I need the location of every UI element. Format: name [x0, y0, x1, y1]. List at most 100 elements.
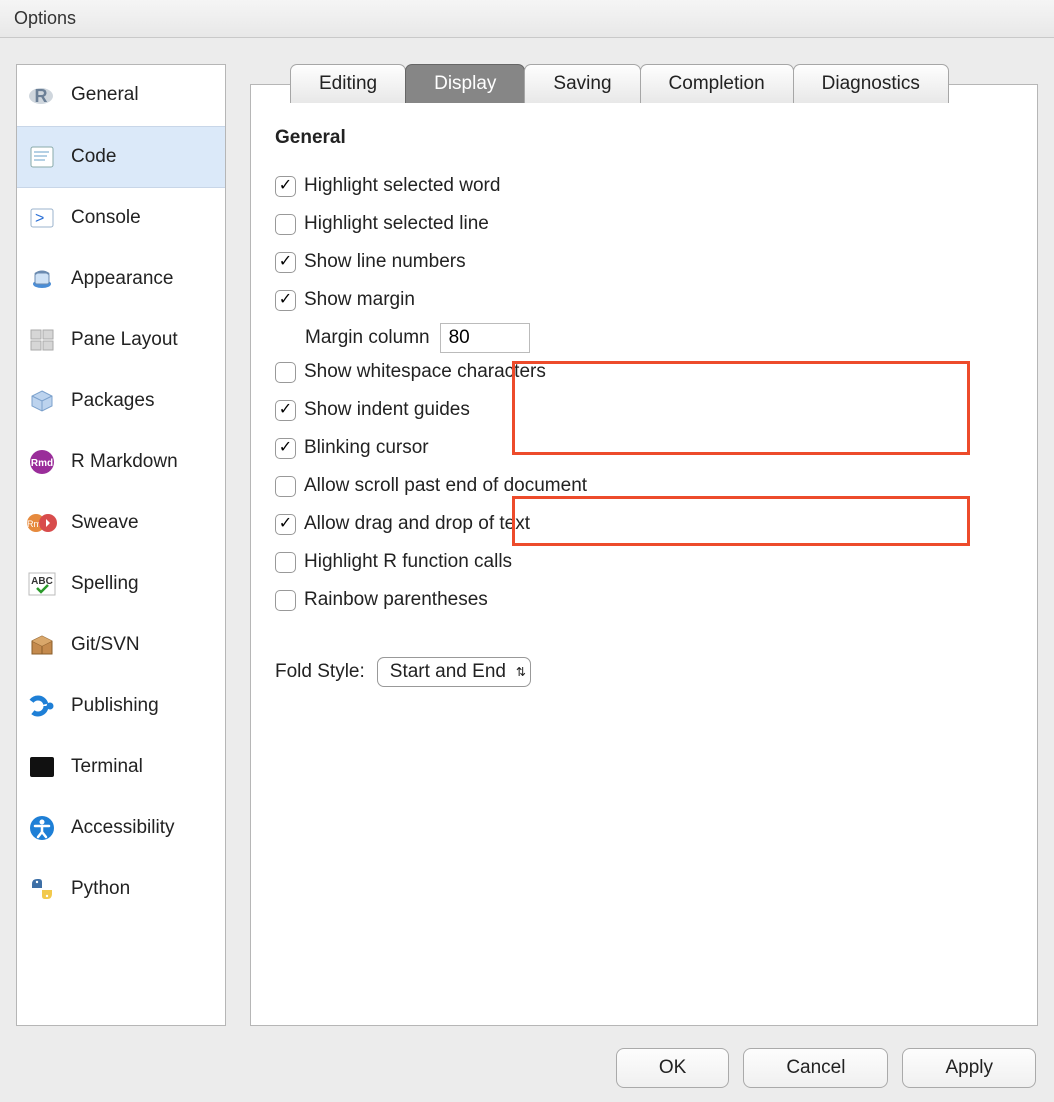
tab-completion[interactable]: Completion [640, 64, 794, 103]
button-label: Cancel [786, 1057, 845, 1078]
box-icon [27, 631, 57, 659]
margin-column-row: Margin column [275, 323, 1013, 353]
fold-style-row: Fold Style: Start and End [275, 657, 1013, 687]
option-label: Highlight selected word [304, 175, 500, 197]
sidebar-item-console[interactable]: > Console [17, 188, 225, 249]
package-cube-icon [27, 387, 57, 415]
window-title: Options [14, 8, 76, 29]
window-titlebar: Options [0, 0, 1054, 38]
checkbox-drag-drop[interactable] [275, 514, 296, 535]
option-label: Show line numbers [304, 251, 466, 273]
python-icon [27, 875, 57, 903]
spelling-icon: ABC [27, 570, 57, 598]
margin-column-input[interactable] [440, 323, 530, 353]
tab-label: Display [434, 73, 496, 94]
sidebar-item-packages[interactable]: Packages [17, 371, 225, 432]
sidebar-item-publishing[interactable]: Publishing [17, 676, 225, 737]
option-highlight-line[interactable]: Highlight selected line [275, 205, 1013, 243]
svg-text:Rmd: Rmd [31, 458, 53, 469]
sidebar-item-label: General [71, 84, 139, 106]
sidebar-item-spelling[interactable]: ABC Spelling [17, 554, 225, 615]
option-label: Highlight R function calls [304, 551, 512, 573]
tab-label: Diagnostics [822, 73, 920, 94]
console-icon: > [27, 204, 57, 232]
sidebar-item-code[interactable]: Code [17, 126, 225, 188]
option-label: Rainbow parentheses [304, 589, 488, 611]
option-highlight-word[interactable]: Highlight selected word [275, 167, 1013, 205]
sidebar-item-git-svn[interactable]: Git/SVN [17, 615, 225, 676]
sidebar-item-pane-layout[interactable]: Pane Layout [17, 310, 225, 371]
paint-bucket-icon [27, 265, 57, 293]
sidebar-item-label: Publishing [71, 695, 159, 717]
checkbox-highlight-r-funcs[interactable] [275, 552, 296, 573]
sidebar-item-label: Appearance [71, 268, 173, 290]
section-heading-general: General [275, 127, 1013, 149]
sidebar-item-accessibility[interactable]: Accessibility [17, 798, 225, 859]
sidebar-item-sweave[interactable]: Rnw Sweave [17, 493, 225, 554]
sidebar-item-label: Git/SVN [71, 634, 140, 656]
fold-style-label: Fold Style: [275, 661, 365, 683]
ok-button[interactable]: OK [616, 1048, 729, 1088]
sidebar-item-label: Console [71, 207, 141, 229]
apply-button[interactable]: Apply [902, 1048, 1036, 1088]
publish-icon [27, 692, 57, 720]
checkbox-rainbow-parens[interactable] [275, 590, 296, 611]
fold-style-value: Start and End [390, 661, 506, 683]
tab-label: Saving [553, 73, 611, 94]
checkbox-scroll-past-end[interactable] [275, 476, 296, 497]
code-doc-icon [27, 143, 57, 171]
checkbox-show-margin[interactable] [275, 290, 296, 311]
option-highlight-r-funcs[interactable]: Highlight R function calls [275, 543, 1013, 581]
sidebar-item-label: Packages [71, 390, 154, 412]
sidebar-item-rmarkdown[interactable]: Rmd R Markdown [17, 432, 225, 493]
option-label: Allow drag and drop of text [304, 513, 530, 535]
sidebar-item-label: Terminal [71, 756, 143, 778]
annotation-highlight-margin [512, 361, 970, 455]
svg-text:>: > [35, 210, 44, 227]
options-panel: General Highlight selected word Highligh… [250, 84, 1038, 1026]
sidebar-item-general[interactable]: R General [17, 65, 225, 126]
tab-saving[interactable]: Saving [524, 64, 640, 103]
accessibility-icon [27, 814, 57, 842]
dialog-buttons: OK Cancel Apply [616, 1048, 1036, 1088]
tab-label: Editing [319, 73, 377, 94]
sidebar-item-label: Spelling [71, 573, 139, 595]
fold-style-select[interactable]: Start and End [377, 657, 531, 687]
tab-diagnostics[interactable]: Diagnostics [793, 64, 949, 103]
tab-label: Completion [669, 73, 765, 94]
button-label: Apply [945, 1057, 993, 1078]
checkbox-whitespace[interactable] [275, 362, 296, 383]
checkbox-blinking-cursor[interactable] [275, 438, 296, 459]
tab-editing[interactable]: Editing [290, 64, 406, 103]
checkbox-highlight-word[interactable] [275, 176, 296, 197]
option-label: Allow scroll past end of document [304, 475, 587, 497]
sidebar-item-label: Accessibility [71, 817, 174, 839]
option-show-margin[interactable]: Show margin [275, 281, 1013, 319]
option-line-numbers[interactable]: Show line numbers [275, 243, 1013, 281]
sidebar-item-python[interactable]: Python [17, 859, 225, 920]
sweave-icon: Rnw [27, 509, 57, 537]
annotation-highlight-indent-guides [512, 496, 970, 546]
option-label: Show indent guides [304, 399, 470, 421]
margin-column-label: Margin column [305, 327, 430, 349]
terminal-icon [27, 753, 57, 781]
sidebar-item-label: Python [71, 878, 130, 900]
option-label: Show margin [304, 289, 415, 311]
tab-display[interactable]: Display [405, 64, 525, 103]
sidebar-item-appearance[interactable]: Appearance [17, 249, 225, 310]
option-label: Blinking cursor [304, 437, 429, 459]
svg-text:ABC: ABC [31, 576, 53, 587]
r-logo-icon: R [27, 81, 57, 109]
checkbox-highlight-line[interactable] [275, 214, 296, 235]
content-area: Editing Display Saving Completion Diagno… [250, 64, 1038, 1026]
sidebar-item-label: R Markdown [71, 451, 178, 473]
options-sidebar: R General Code > Console Appearance [16, 64, 226, 1026]
option-label: Highlight selected line [304, 213, 489, 235]
checkbox-line-numbers[interactable] [275, 252, 296, 273]
rmarkdown-icon: Rmd [27, 448, 57, 476]
option-rainbow-parens[interactable]: Rainbow parentheses [275, 581, 1013, 619]
sidebar-item-terminal[interactable]: Terminal [17, 737, 225, 798]
tab-bar: Editing Display Saving Completion Diagno… [290, 64, 948, 103]
cancel-button[interactable]: Cancel [743, 1048, 888, 1088]
checkbox-indent-guides[interactable] [275, 400, 296, 421]
